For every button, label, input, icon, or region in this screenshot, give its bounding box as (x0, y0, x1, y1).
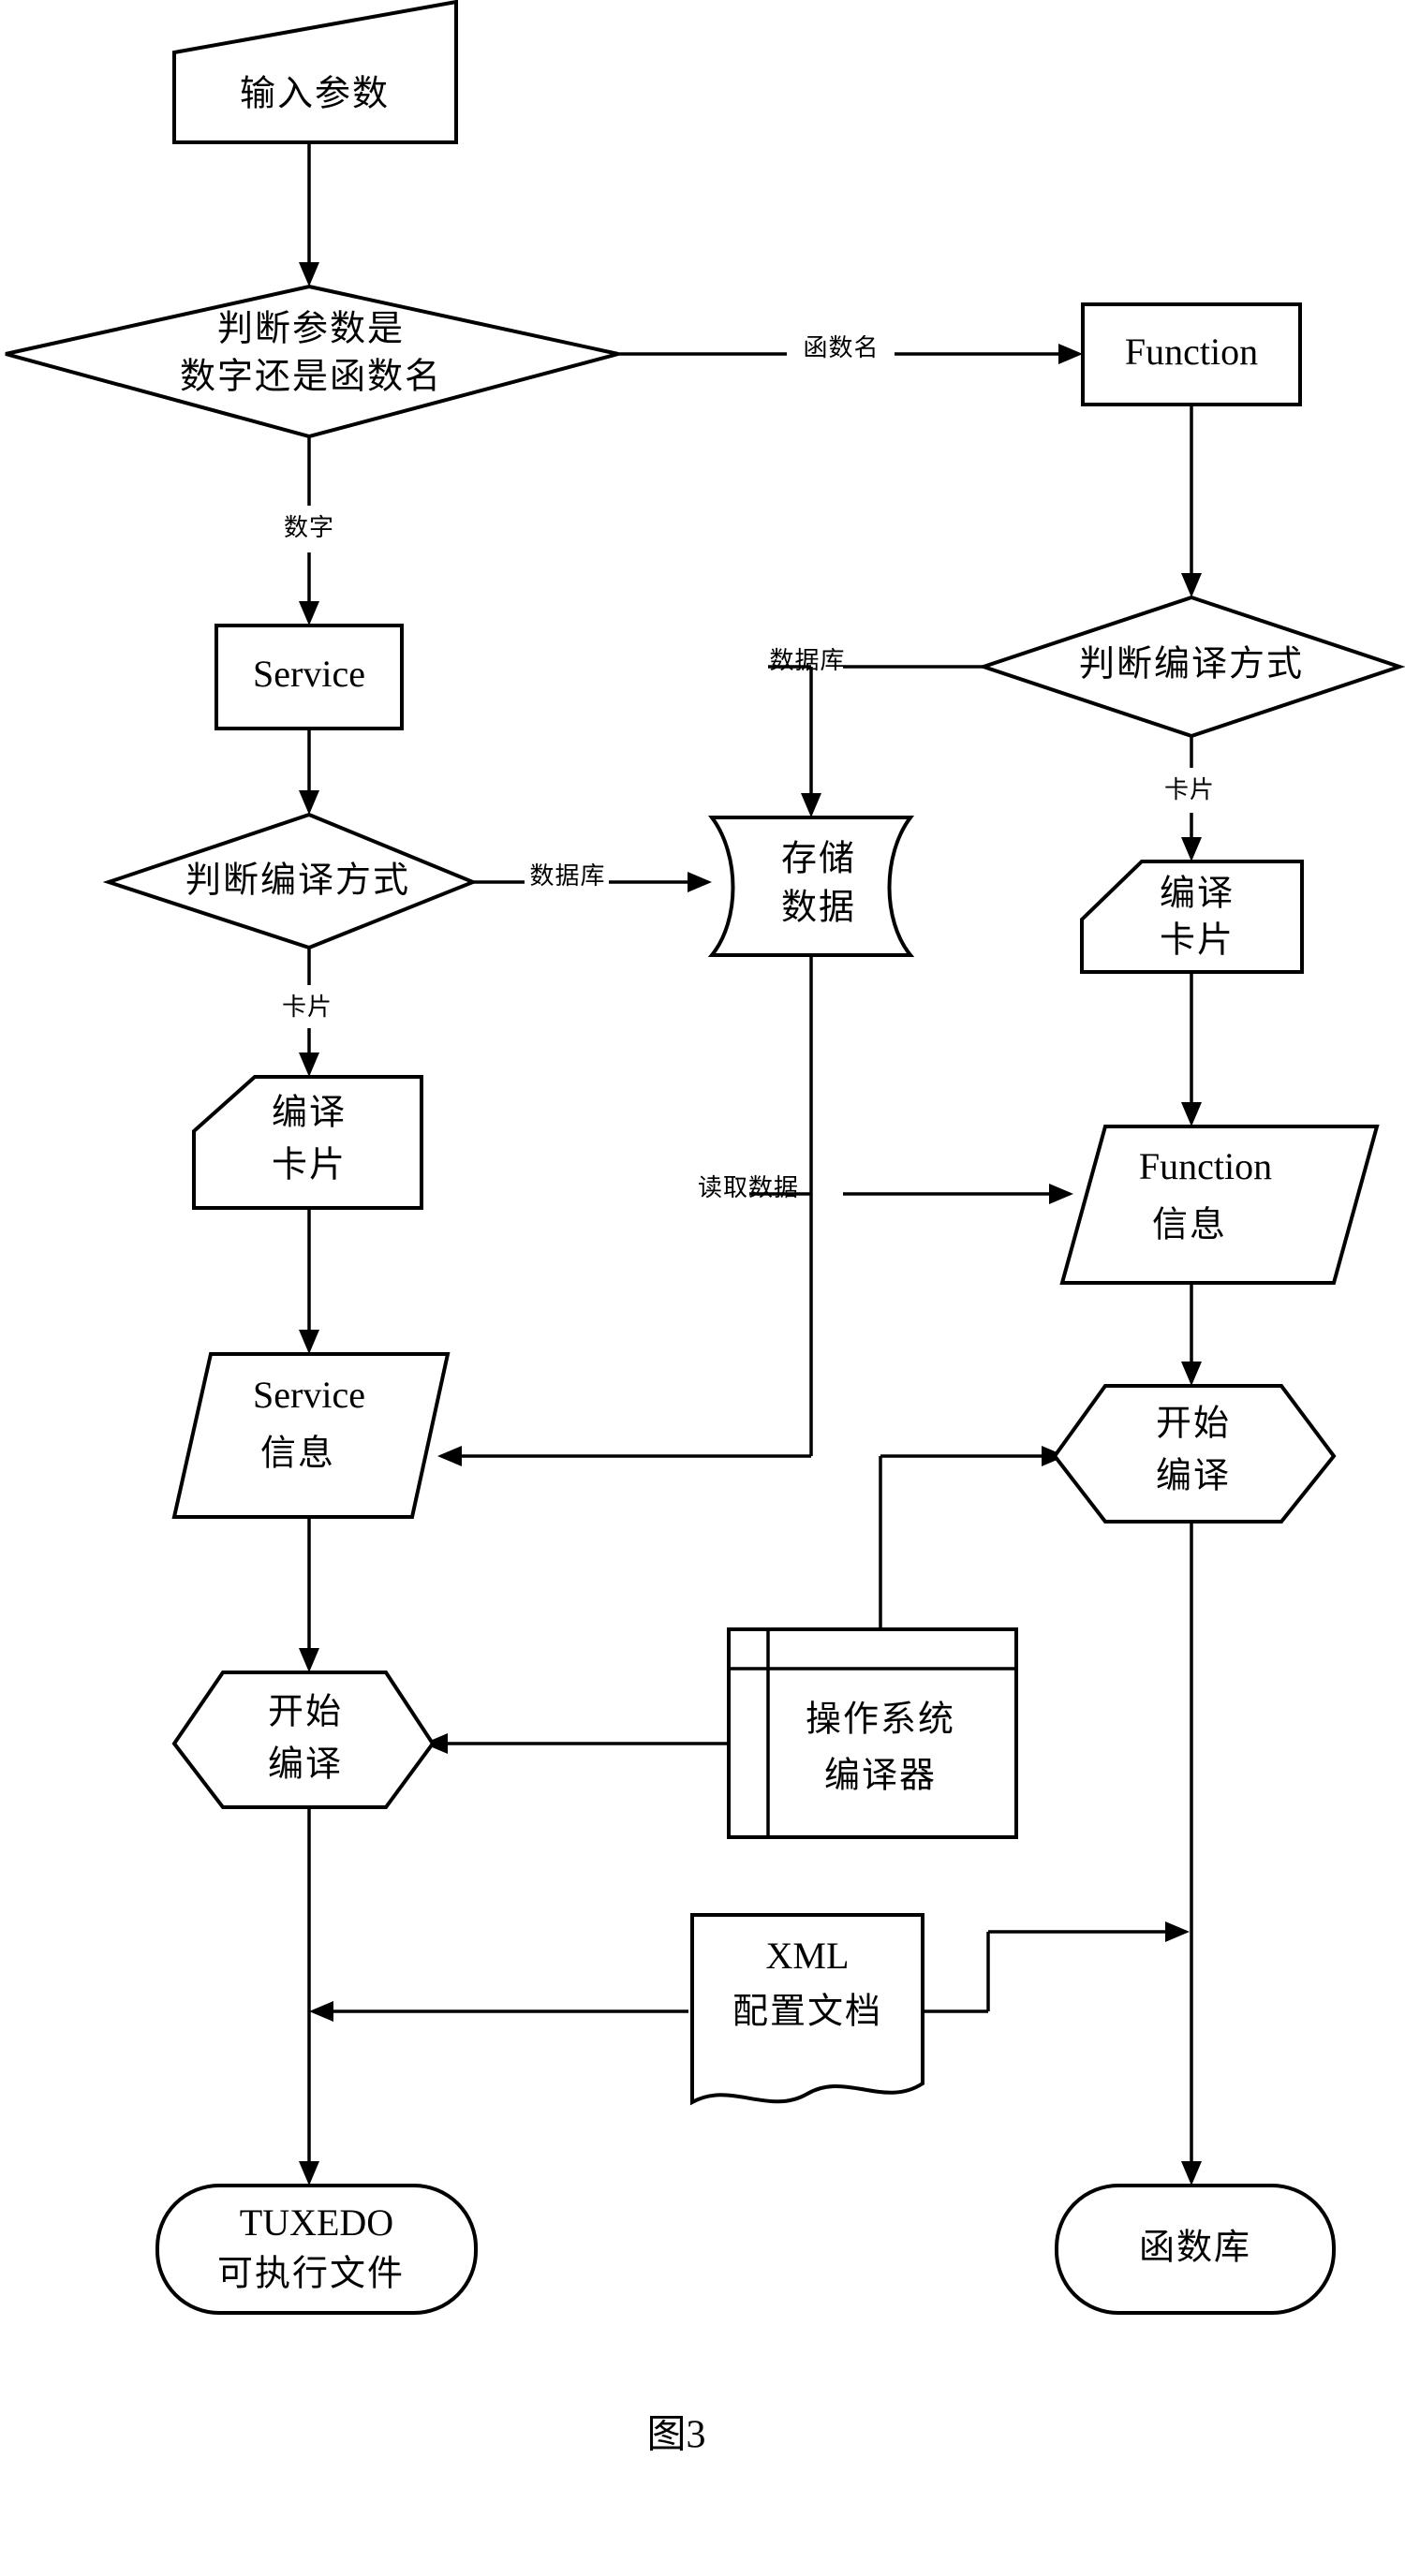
node-decide-param-type-line1: 判断参数是 (217, 310, 405, 349)
node-xml-config-line2: 配置文档 (732, 1993, 882, 2032)
node-compile-card-left-line2: 卡片 (272, 1146, 347, 1185)
node-tuxedo-exe-line1: TUXEDO (240, 2201, 393, 2244)
node-service-box-label: Service (253, 653, 365, 695)
node-store-data[interactable]: 存储 数据 (707, 816, 915, 957)
flowchart-canvas: 输入参数 判断参数是 数字还是函数名 函数名 Function 数字 Servi… (5, 0, 1405, 2457)
edge-decide-right-to-store-data (768, 665, 984, 817)
node-input-params-label: 输入参数 (240, 75, 390, 114)
edge-label-database-left: 数据库 (529, 862, 605, 890)
node-start-compile-left[interactable]: 开始 编译 (171, 1671, 436, 1809)
node-xml-config[interactable]: XML 配置文档 (690, 1913, 924, 2106)
node-start-compile-left-line2: 编译 (268, 1745, 343, 1785)
edge-service-to-decide-compile-left (299, 729, 319, 815)
node-compile-card-left[interactable]: 编译 卡片 (192, 1075, 423, 1210)
edge-label-number: 数字 (284, 514, 334, 541)
node-xml-config-line1: XML (766, 1935, 850, 1977)
figure-caption: 图3 (646, 2414, 705, 2457)
node-compile-card-right-line2: 卡片 (1160, 921, 1235, 961)
edge-service-info-to-start-compile-left (299, 1517, 319, 1672)
node-function-info-line2: 信息 (1152, 1206, 1227, 1245)
node-store-data-line1: 存储 (781, 840, 856, 879)
node-function-lib[interactable]: 函数库 (1055, 2184, 1336, 2315)
edge-label-read-data: 读取数据 (698, 1174, 799, 1201)
node-decide-param-type[interactable]: 判断参数是 数字还是函数名 (5, 284, 619, 439)
node-decide-compile-left[interactable]: 判断编译方式 (102, 812, 479, 950)
node-decide-compile-right-label: 判断编译方式 (1079, 645, 1304, 684)
node-tuxedo-exe[interactable]: TUXEDO 可执行文件 (155, 2184, 478, 2315)
node-os-compiler-line1: 操作系统 (806, 1700, 955, 1740)
edge-os-compiler-to-start-compile-right (879, 1446, 1066, 1629)
node-compile-card-left-line1: 编译 (272, 1094, 347, 1133)
edge-compile-card-right-to-function-info (1181, 972, 1202, 1126)
node-start-compile-right-line1: 开始 (1156, 1405, 1231, 1444)
node-input-params[interactable]: 输入参数 (172, 0, 458, 144)
node-start-compile-left-line1: 开始 (268, 1693, 343, 1732)
node-compile-card-right[interactable]: 编译 卡片 (1080, 860, 1304, 974)
edge-input-to-decision (299, 142, 319, 287)
node-function-box[interactable]: Function (1081, 302, 1302, 406)
node-function-info[interactable]: Function 信息 (1059, 1125, 1380, 1285)
node-decide-compile-left-label: 判断编译方式 (185, 861, 410, 901)
node-function-box-label: Function (1125, 331, 1258, 373)
edge-xml-to-right-column (923, 1921, 1190, 2013)
edge-start-compile-right-to-function-lib (1181, 1522, 1202, 2186)
node-decide-param-type-line2: 数字还是函数名 (180, 358, 442, 397)
node-service-box[interactable]: Service (214, 624, 404, 730)
node-os-compiler-line2: 编译器 (824, 1757, 937, 1796)
node-service-info-line2: 信息 (260, 1435, 335, 1474)
node-decide-compile-right[interactable]: 判断编译方式 (977, 595, 1405, 739)
edge-label-function-name: 函数名 (803, 334, 879, 361)
edge-store-data-out (437, 955, 813, 1466)
edge-label-card-left: 卡片 (282, 994, 333, 1021)
node-compile-card-right-line1: 编译 (1160, 875, 1235, 914)
node-service-info[interactable]: Service 信息 (171, 1352, 451, 1519)
edge-compile-card-left-to-service-info (299, 1208, 319, 1354)
node-start-compile-right[interactable]: 开始 编译 (1052, 1384, 1337, 1524)
edge-label-database-right: 数据库 (769, 647, 845, 674)
edge-label-card-right: 卡片 (1164, 776, 1215, 803)
node-service-info-line1: Service (253, 1374, 365, 1416)
node-store-data-line2: 数据 (781, 889, 856, 928)
edge-start-compile-left-to-tuxedo (299, 1807, 319, 2186)
node-start-compile-right-line2: 编译 (1156, 1457, 1231, 1496)
node-function-lib-label: 函数库 (1139, 2229, 1251, 2268)
node-os-compiler[interactable]: 操作系统 编译器 (727, 1627, 1018, 1839)
node-tuxedo-exe-line2: 可执行文件 (217, 2255, 405, 2294)
edge-xml-to-left-column (309, 2001, 688, 2022)
edge-function-info-to-start-compile-right (1181, 1283, 1202, 1386)
node-function-info-line1: Function (1139, 1145, 1272, 1187)
edge-os-compiler-to-start-compile-left (423, 1733, 729, 1754)
edge-function-to-decide-compile-right (1181, 405, 1202, 597)
